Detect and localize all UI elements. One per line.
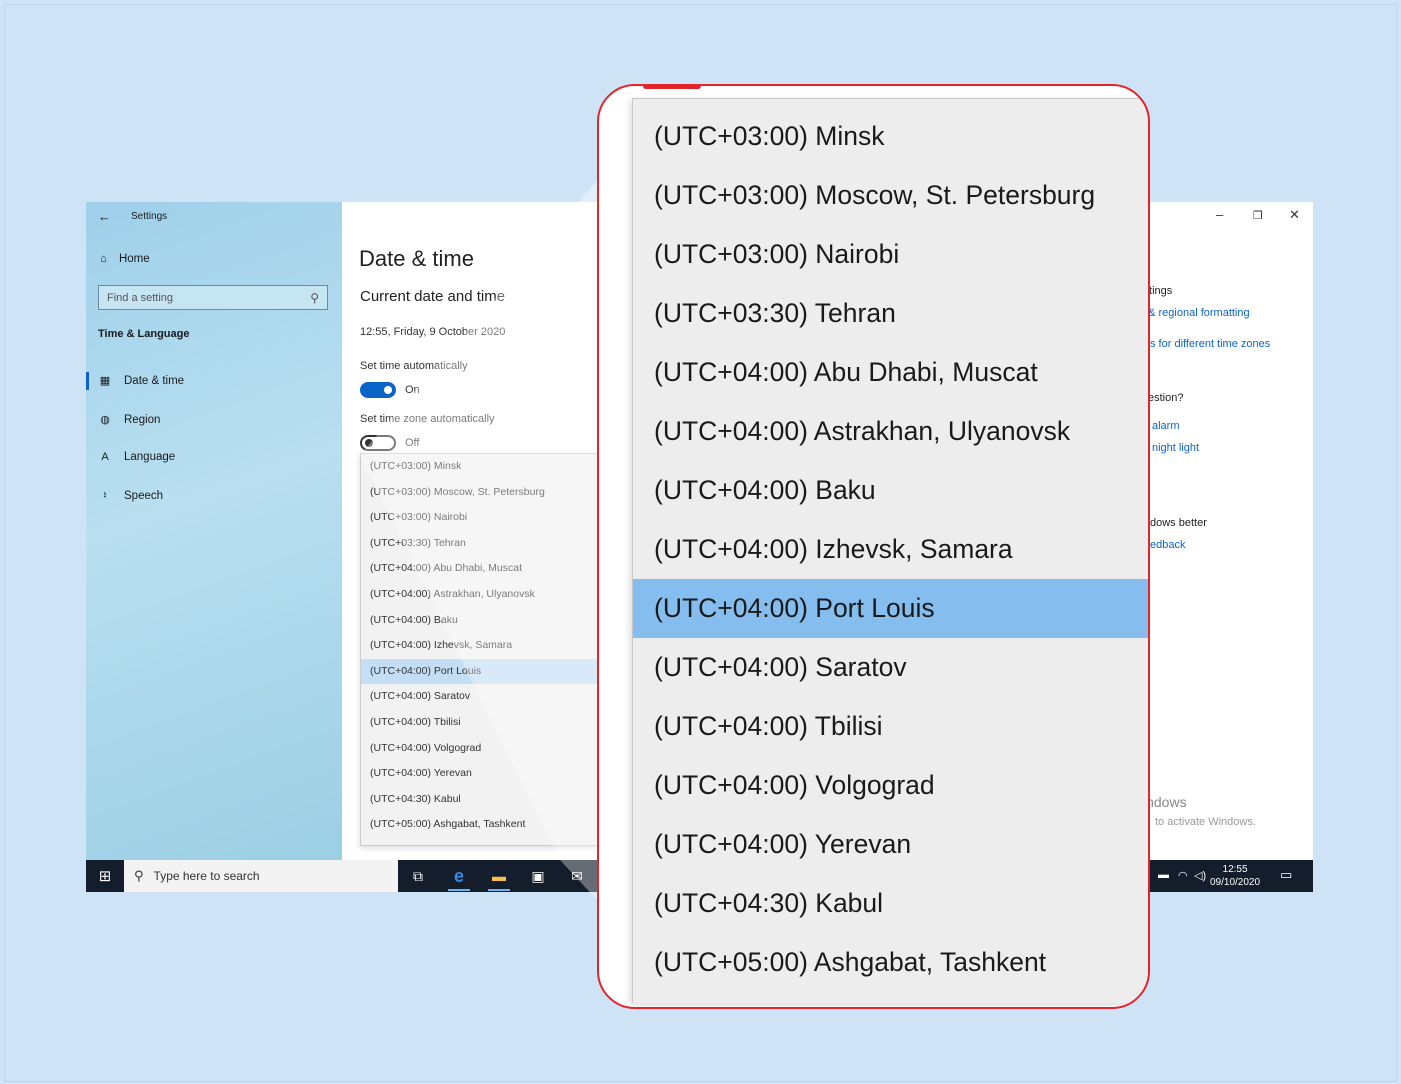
- set-time-auto-label: Set time automatically: [360, 360, 468, 372]
- timezone-option[interactable]: (UTC+03:00) Minsk: [361, 454, 599, 480]
- set-tz-auto-label: Set time zone automatically: [360, 413, 495, 425]
- timezone-option[interactable]: (UTC+04:00) Yerevan: [633, 815, 1148, 874]
- sidebar-item-label: Speech: [124, 489, 164, 502]
- regional-formatting-link[interactable]: , & regional formatting: [1142, 307, 1250, 319]
- sidebar-item-region[interactable]: ◍ Region: [99, 413, 161, 427]
- search-placeholder: Find a setting: [107, 291, 174, 304]
- timezone-option[interactable]: (UTC+04:00) Astrakhan, Ulyanovsk: [633, 402, 1148, 461]
- timezone-option[interactable]: (UTC+03:00) Nairobi: [361, 505, 599, 531]
- set-tz-auto-toggle[interactable]: [360, 435, 396, 451]
- taskbar-search-box[interactable]: ⚲ Type here to search: [124, 860, 398, 892]
- close-button[interactable]: ✕: [1289, 207, 1300, 223]
- question-heading: estion?: [1148, 392, 1184, 404]
- timezone-dropdown-magnified[interactable]: (UTC+03:00) Minsk (UTC+03:00) Moscow, St.…: [632, 98, 1148, 1003]
- windows-start-icon[interactable]: ⊞: [86, 860, 124, 892]
- back-arrow-icon[interactable]: ←: [98, 209, 111, 224]
- timezone-option[interactable]: (UTC+03:00) Moscow, St. Petersburg: [361, 480, 599, 506]
- home-icon: ⌂: [100, 253, 107, 265]
- minimize-button[interactable]: –: [1216, 207, 1223, 222]
- toggle-state-text: On: [405, 384, 420, 396]
- mail-icon[interactable]: ✉: [567, 866, 587, 886]
- timezone-option[interactable]: (UTC+03:00) Moscow, St. Petersburg: [633, 166, 1148, 225]
- timezone-option[interactable]: (UTC+04:00) Izhevsk, Samara: [361, 633, 599, 659]
- microphone-icon: ♮: [103, 490, 107, 502]
- timezone-option[interactable]: (UTC+04:00) Saratov: [361, 684, 599, 710]
- globe-icon: ◍: [100, 414, 110, 426]
- timezone-option[interactable]: (UTC+05:00) Ashgabat, Tashkent: [633, 933, 1148, 992]
- timezone-option[interactable]: (UTC+04:00) Baku: [361, 608, 599, 634]
- timezone-option[interactable]: (UTC+04:00) Port Louis: [633, 579, 1148, 638]
- magnified-timezone-list: (UTC+03:00) Minsk (UTC+03:00) Moscow, St.…: [597, 84, 1150, 1009]
- search-input[interactable]: Find a setting ⚲: [98, 285, 328, 310]
- timezone-option[interactable]: (UTC+04:00) Port Louis: [361, 658, 599, 685]
- activate-windows-text: to activate Windows.: [1155, 816, 1256, 828]
- timezone-option[interactable]: (UTC+03:00) Minsk: [633, 107, 1148, 166]
- set-time-auto-toggle[interactable]: [360, 382, 396, 398]
- feedback-link[interactable]: edback: [1150, 539, 1185, 551]
- timezone-option[interactable]: (UTC+04:00) Tbilisi: [633, 697, 1148, 756]
- timezone-dropdown-list[interactable]: (UTC+03:00) Minsk (UTC+03:00) Moscow, St.…: [360, 453, 600, 846]
- task-view-icon[interactable]: ⧉: [408, 866, 428, 886]
- window-title: Settings: [131, 211, 168, 222]
- sidebar-item-label: Home: [118, 253, 150, 265]
- sidebar-item-home[interactable]: ⌂ Home: [100, 253, 150, 265]
- volume-icon[interactable]: ◁): [1194, 869, 1206, 882]
- timezone-option[interactable]: (UTC+04:00) Saratov: [633, 638, 1148, 697]
- search-icon: ⚲: [134, 868, 144, 883]
- store-icon[interactable]: ▣: [528, 866, 548, 886]
- notification-icon[interactable]: ▭: [1280, 867, 1292, 883]
- sidebar-item-label: Date & time: [124, 374, 185, 387]
- sidebar-item-date-time[interactable]: ▦ Date & time: [99, 374, 185, 388]
- language-icon: A: [101, 451, 109, 463]
- timezone-option[interactable]: (UTC+04:00) Yerevan: [361, 761, 599, 787]
- timezone-option[interactable]: (UTC+04:00) Tbilisi: [361, 710, 599, 736]
- timezone-option[interactable]: (UTC+04:00) Abu Dhabi, Muscat: [633, 343, 1148, 402]
- sidebar-item-label: Region: [124, 413, 161, 426]
- calendar-icon: ▦: [99, 375, 111, 387]
- timezone-option[interactable]: (UTC+04:00) Izhevsk, Samara: [633, 520, 1148, 579]
- timezone-option[interactable]: (UTC+04:30) Kabul: [361, 787, 599, 813]
- timezone-option[interactable]: (UTC+03:30) Tehran: [633, 284, 1148, 343]
- timezone-option[interactable]: (UTC+03:00) Nairobi: [633, 225, 1148, 284]
- sidebar-item-language[interactable]: A Language: [99, 451, 175, 463]
- make-windows-better-heading: dows better: [1150, 517, 1207, 529]
- sidebar-item-speech[interactable]: ♮ Speech: [99, 489, 164, 503]
- clocks-time-zones-link[interactable]: s for different time zones: [1150, 338, 1270, 350]
- section-subtitle: Current date and time: [360, 288, 506, 305]
- timezone-option[interactable]: (UTC+04:00) Abu Dhabi, Muscat: [361, 556, 599, 582]
- restore-button[interactable]: ❐: [1253, 209, 1263, 222]
- current-datetime: 12:55, Friday, 9 October 2020: [360, 326, 506, 338]
- timezone-option[interactable]: (UTC+04:30) Kabul: [633, 874, 1148, 933]
- timezone-option[interactable]: (UTC+03:30) Tehran: [361, 531, 599, 557]
- search-icon: ⚲: [310, 290, 319, 305]
- page-title: Date & time: [359, 246, 474, 271]
- timezone-option[interactable]: (UTC+05:00) Ashgabat, Tashkent: [361, 812, 599, 838]
- toggle-state-text: Off: [405, 437, 420, 449]
- battery-icon[interactable]: ▬: [1158, 869, 1169, 881]
- alarm-link[interactable]: alarm: [1152, 420, 1180, 432]
- taskbar-clock[interactable]: 12:55 09/10/2020: [1210, 863, 1260, 889]
- timezone-option[interactable]: (UTC+04:00) Baku: [633, 461, 1148, 520]
- timezone-option[interactable]: (UTC+04:00) Volgograd: [633, 756, 1148, 815]
- file-explorer-icon[interactable]: ▬: [489, 866, 509, 886]
- wifi-icon[interactable]: ◠: [1178, 869, 1188, 882]
- edge-icon[interactable]: e: [449, 866, 469, 886]
- active-app-underline: [488, 889, 510, 891]
- highlight-tab: [643, 86, 701, 89]
- night-light-link[interactable]: night light: [1152, 442, 1199, 454]
- active-app-underline: [448, 889, 470, 891]
- clock-date: 09/10/2020: [1210, 877, 1261, 888]
- timezone-option[interactable]: (UTC+04:00) Astrakhan, Ulyanovsk: [361, 582, 599, 608]
- clock-time: 12:55: [1222, 864, 1248, 875]
- title-bar: ← Settings: [98, 209, 167, 224]
- taskbar-search-placeholder: Type here to search: [153, 869, 260, 883]
- active-indicator: [86, 372, 89, 390]
- sidebar-item-label: Language: [124, 451, 176, 463]
- timezone-option[interactable]: (UTC+04:00) Volgograd: [361, 736, 599, 762]
- section-title: Time & Language: [98, 328, 190, 340]
- sidebar: ← Settings ⌂ Home Find a setting ⚲ Time …: [86, 202, 342, 860]
